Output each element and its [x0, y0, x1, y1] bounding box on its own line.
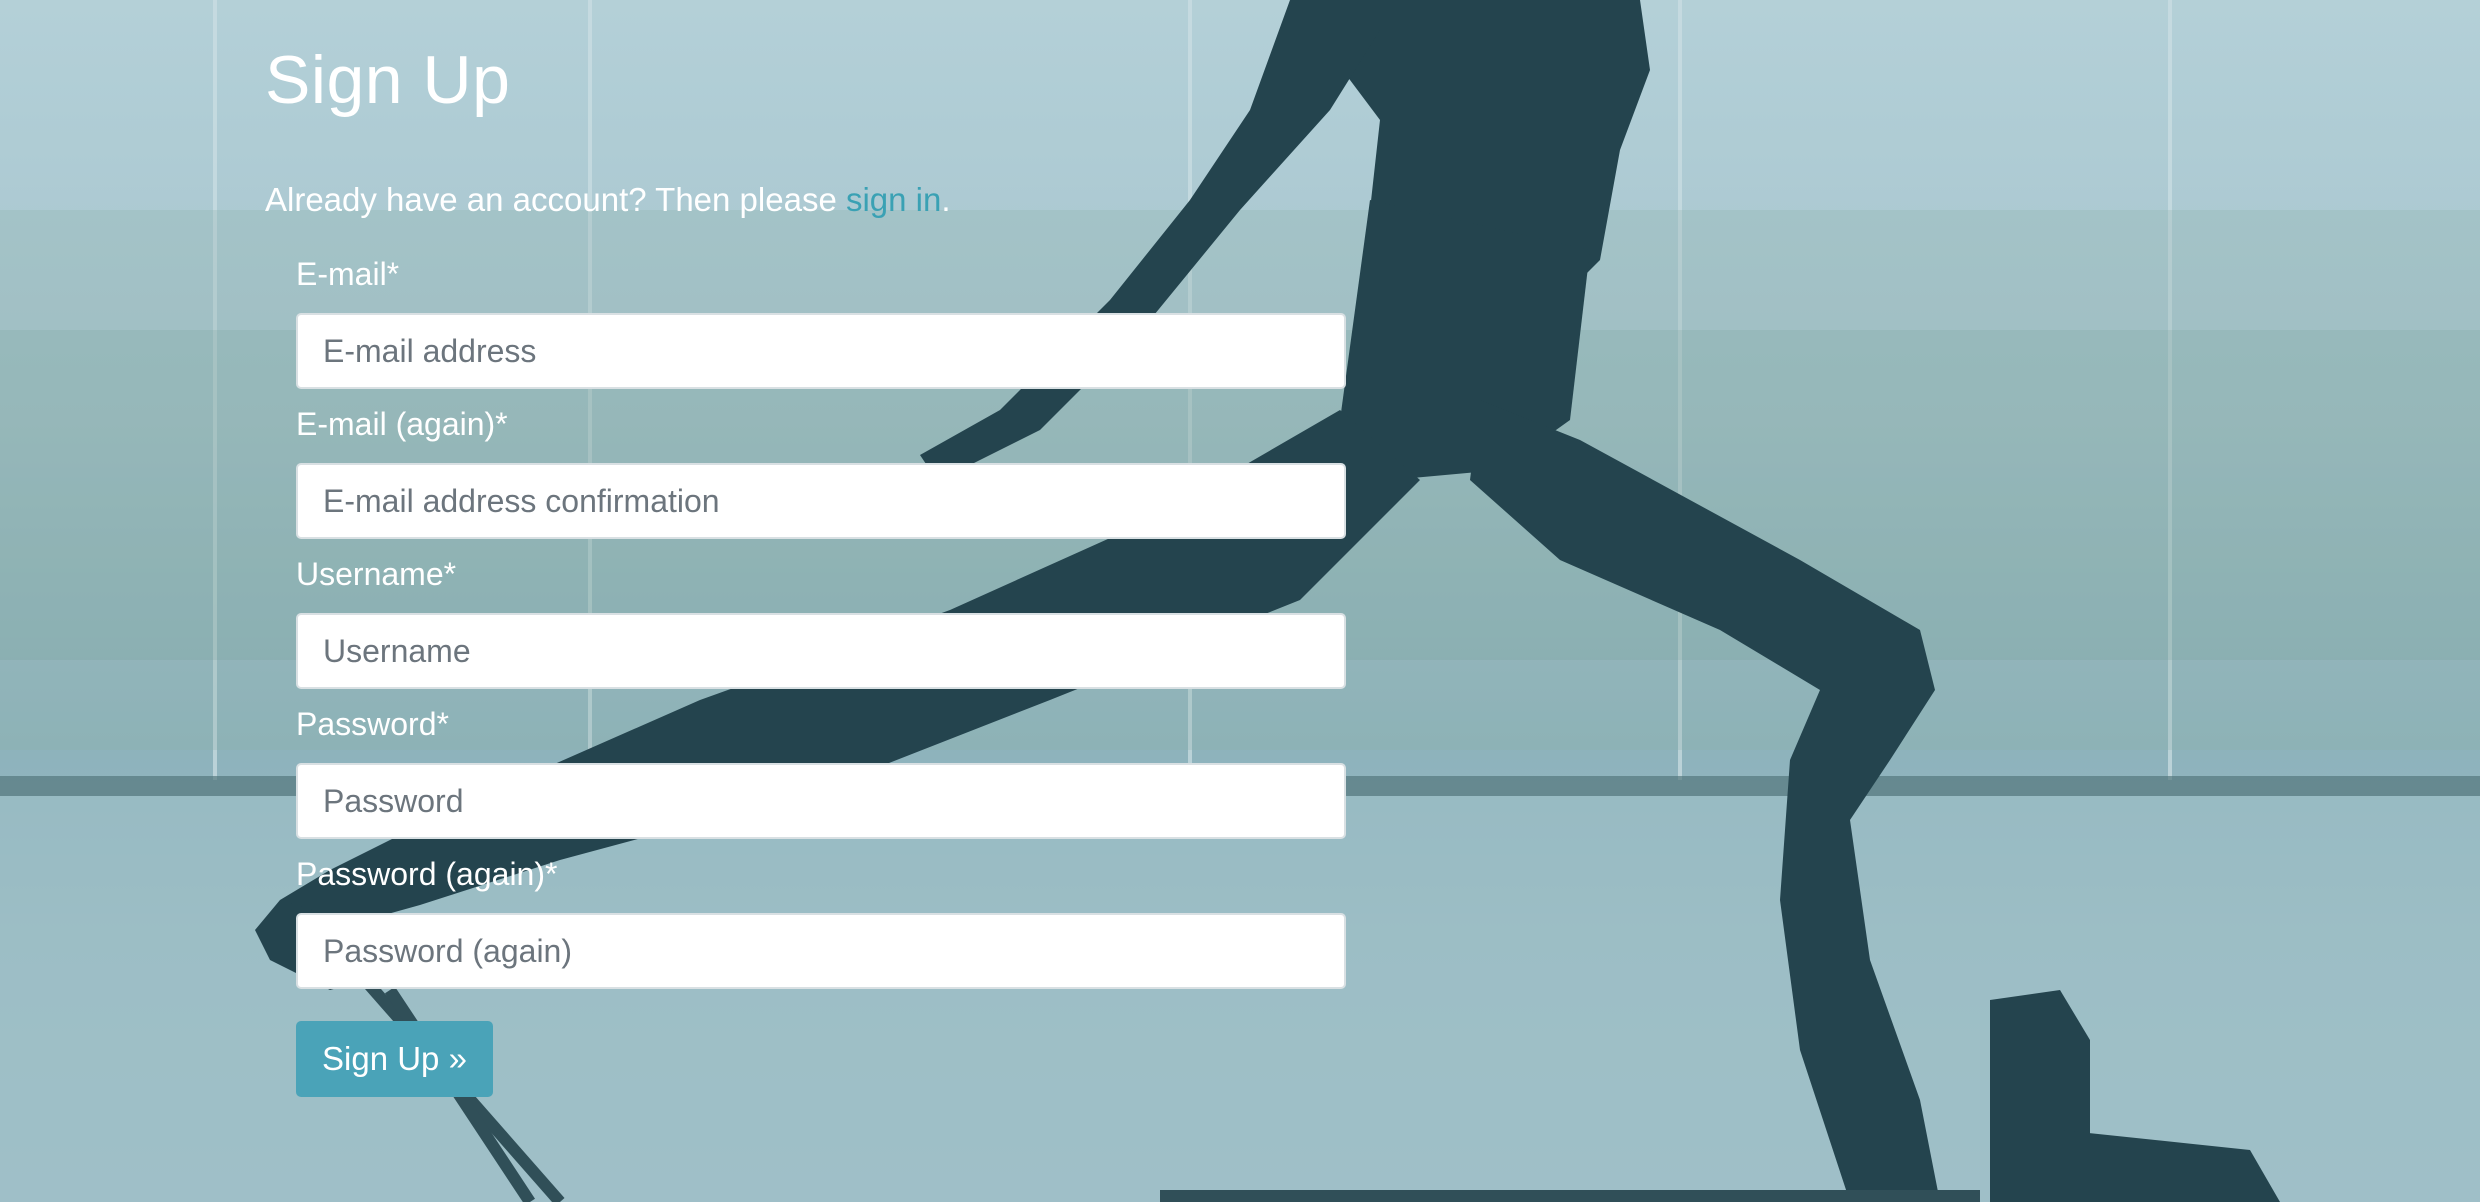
- signup-form: E-mail* E-mail (again)* Username* Passwo…: [296, 255, 1346, 1097]
- signup-page: Sign Up Already have an account? Then pl…: [0, 0, 2480, 1202]
- email-confirm-field-group: E-mail (again)*: [296, 405, 1346, 539]
- signin-link[interactable]: sign in: [846, 181, 941, 218]
- signin-prompt-text: Already have an account? Then please: [265, 180, 846, 218]
- email-input[interactable]: [296, 313, 1346, 389]
- email-confirm-input[interactable]: [296, 463, 1346, 539]
- password-confirm-label: Password (again)*: [296, 856, 558, 892]
- username-label: Username*: [296, 556, 457, 592]
- signup-content: Sign Up Already have an account? Then pl…: [265, 40, 1365, 219]
- email-confirm-label: E-mail (again)*: [296, 406, 508, 442]
- password-input[interactable]: [296, 763, 1346, 839]
- password-confirm-input[interactable]: [296, 913, 1346, 989]
- password-confirm-field-group: Password (again)*: [296, 855, 1346, 989]
- username-input[interactable]: [296, 613, 1346, 689]
- signin-prompt: Already have an account? Then please sig…: [265, 180, 1365, 220]
- password-label: Password*: [296, 706, 449, 742]
- password-field-group: Password*: [296, 705, 1346, 839]
- page-title: Sign Up: [265, 42, 511, 118]
- email-label: E-mail*: [296, 256, 400, 292]
- signup-button[interactable]: Sign Up »: [296, 1021, 493, 1097]
- signin-prompt-suffix: .: [941, 180, 951, 218]
- email-field-group: E-mail*: [296, 255, 1346, 389]
- username-field-group: Username*: [296, 555, 1346, 689]
